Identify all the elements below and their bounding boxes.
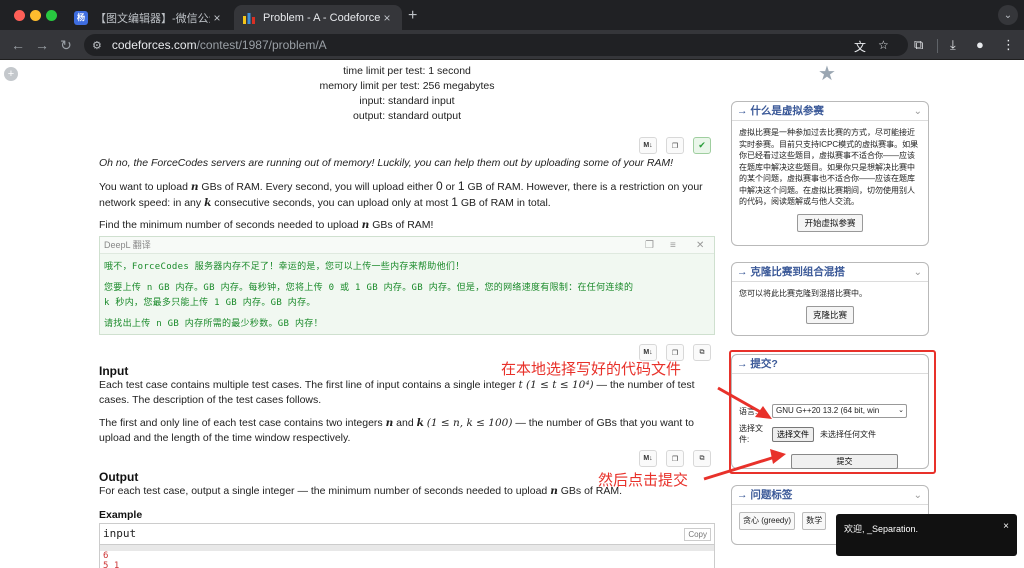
- annotation-arrows: [703, 386, 786, 481]
- tab-codeforces[interactable]: Problem - A - Codeforces ×: [234, 5, 402, 30]
- download-icon[interactable]: ⤓: [950, 37, 956, 53]
- address-bar: ← → ↻ ⚙ codeforces.com/contest/1987/prob…: [0, 30, 1024, 60]
- tab-search-icon[interactable]: ⌄: [998, 5, 1018, 25]
- minimize-window-button[interactable]: [30, 10, 41, 21]
- translate-icon[interactable]: 文: [854, 38, 866, 55]
- url-host: codeforces.com: [111, 38, 197, 52]
- tab-wechat-editor[interactable]: 杨 【图文编辑器】-微信公众号图 ×: [66, 5, 232, 30]
- codeforces-favicon-icon: [242, 11, 256, 25]
- tab-title: Problem - A - Codeforces: [263, 11, 380, 24]
- tab-bar: 杨 【图文编辑器】-微信公众号图 × Problem - A - Codefor…: [0, 0, 1024, 30]
- site-settings-icon[interactable]: ⚙: [92, 39, 102, 52]
- close-window-button[interactable]: [14, 10, 25, 21]
- close-icon[interactable]: ×: [1003, 521, 1009, 532]
- wechat-editor-favicon-icon: 杨: [74, 10, 88, 25]
- bookmark-star-icon[interactable]: ☆: [878, 38, 889, 52]
- maximize-window-button[interactable]: [46, 10, 57, 21]
- forward-arrow-icon[interactable]: →: [34, 37, 50, 53]
- page-content: + time limit per test: 1 second memory l…: [0, 61, 1024, 568]
- toast-text: 欢迎, _Separation.: [844, 524, 919, 534]
- welcome-toast: 欢迎, _Separation. ×: [836, 514, 1017, 556]
- url-path: /contest/1987/problem/A: [196, 38, 327, 52]
- close-tab-icon[interactable]: ×: [380, 11, 394, 25]
- profile-icon[interactable]: ●: [976, 37, 984, 52]
- new-tab-button[interactable]: +: [408, 7, 417, 25]
- back-arrow-icon[interactable]: ←: [10, 37, 26, 53]
- tab-title: 【图文编辑器】-微信公众号图: [95, 12, 210, 25]
- extensions-icon[interactable]: ⧉: [914, 37, 923, 53]
- reload-icon[interactable]: ↻: [58, 37, 74, 54]
- url-field[interactable]: ⚙ codeforces.com/contest/1987/problem/A …: [84, 34, 908, 56]
- menu-kebab-icon[interactable]: ⋮: [1002, 37, 1015, 53]
- close-tab-icon[interactable]: ×: [210, 11, 224, 25]
